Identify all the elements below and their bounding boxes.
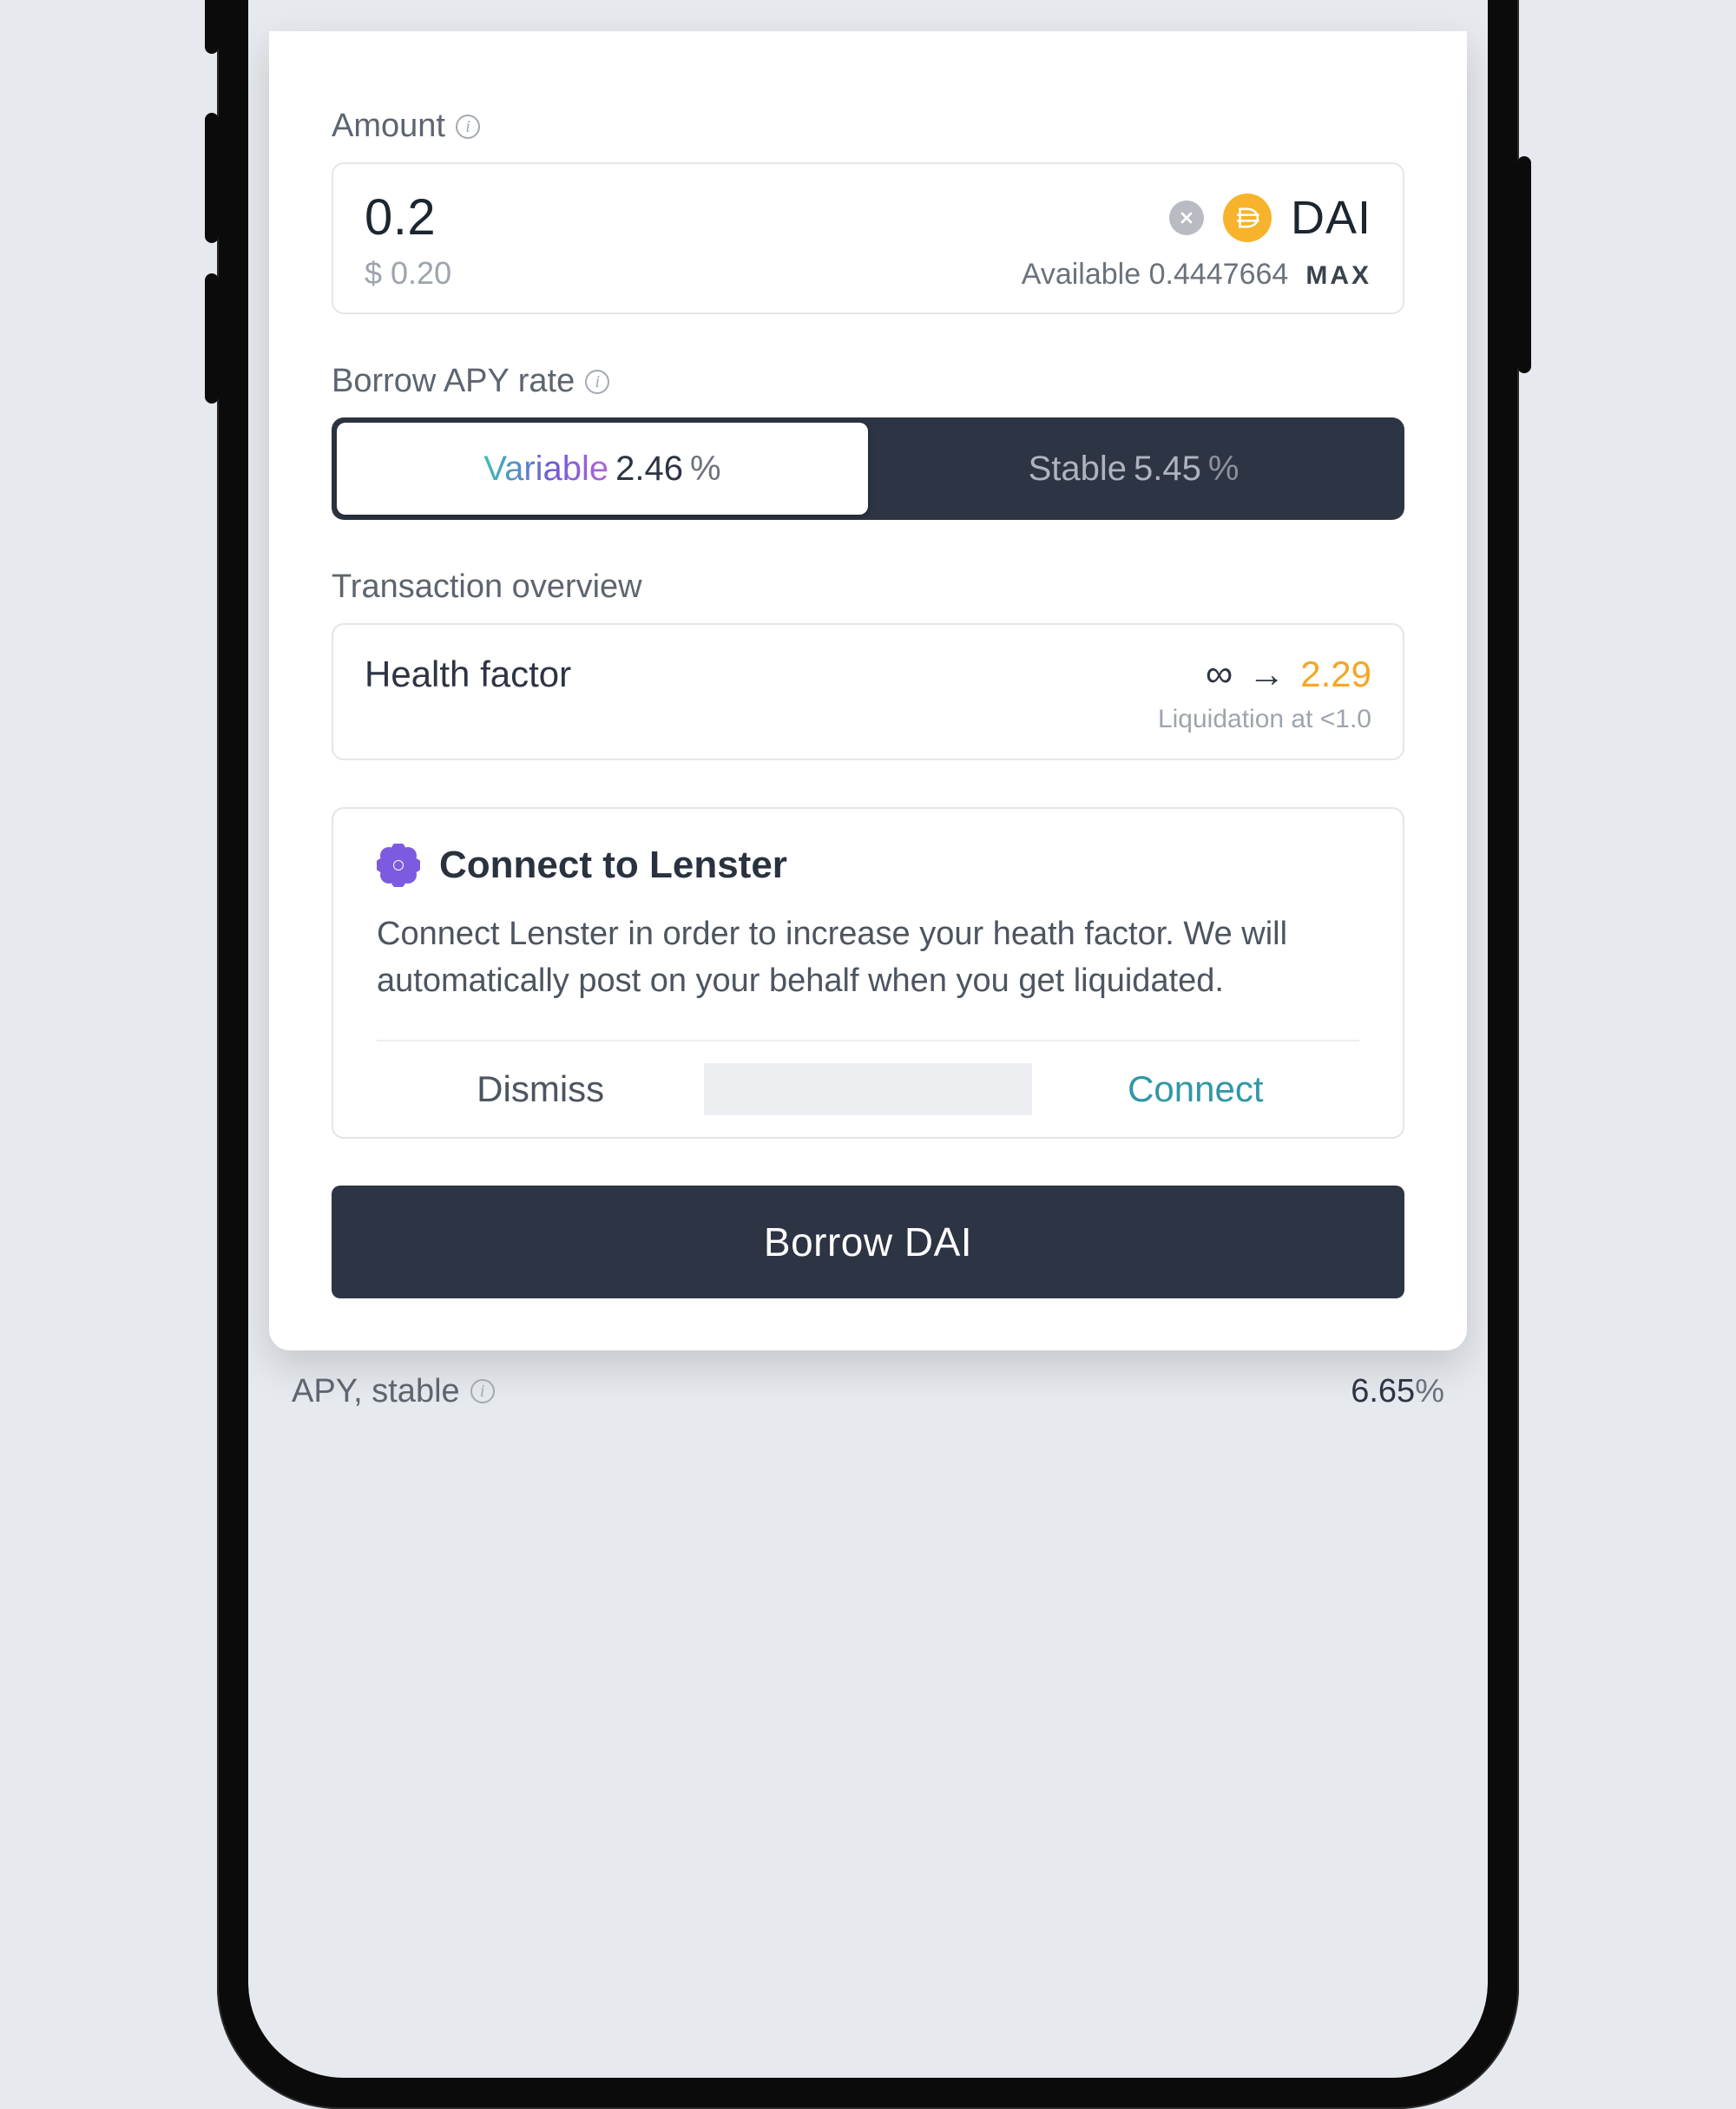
apy-variable-option[interactable]: Variable 2.46% [337,423,868,515]
amount-label-row: Amount i [332,108,1404,145]
apy-stable-option[interactable]: Stable 5.45% [868,423,1399,515]
lenster-flower-icon [377,844,420,887]
max-button[interactable]: MAX [1305,261,1371,291]
underlay-value: 6.65% [1351,1373,1444,1410]
hf-from: ∞ [1206,653,1233,696]
info-icon[interactable]: i [585,370,609,394]
info-icon[interactable]: i [470,1379,495,1403]
lenster-title: Connect to Lenster [439,844,787,887]
liquidation-note: Liquidation at <1.0 [365,705,1371,734]
borrow-button[interactable]: Borrow DAI [332,1186,1404,1298]
health-factor-label: Health factor [365,654,571,695]
info-icon[interactable]: i [456,115,480,139]
phone-frame: Amount i 0.2 DAI [217,0,1519,2109]
underlay-apy-row: APY, stable i 6.65% [269,1350,1467,1410]
phone-volume-down [205,273,219,404]
borrow-dialog: Amount i 0.2 DAI [269,31,1467,1350]
clear-amount-button[interactable] [1169,200,1204,235]
lenster-body: Connect Lenster in order to increase you… [377,911,1359,1005]
arrow-right-icon: → [1248,654,1285,695]
phone-power-button [1517,156,1531,373]
dismiss-button[interactable]: Dismiss [377,1041,704,1137]
health-factor-value: ∞ → 2.29 [1206,653,1371,696]
token-symbol: DAI [1291,191,1371,245]
apy-label-row: Borrow APY rate i [332,363,1404,400]
phone-mute-switch [205,0,219,54]
hf-to: 2.29 [1300,654,1371,695]
phone-screen: Amount i 0.2 DAI [248,0,1488,2078]
dai-token-icon [1223,194,1272,242]
available-balance: Available 0.4447664 [1022,258,1289,292]
amount-fiat: $ 0.20 [365,255,451,292]
close-icon [1178,209,1195,227]
lenster-actions: Dismiss Connect [377,1040,1359,1137]
amount-card: 0.2 DAI $ 0.20 [332,162,1404,314]
lenster-card: Connect to Lenster Connect Lenster in or… [332,807,1404,1139]
amount-label: Amount [332,108,445,145]
connect-button[interactable]: Connect [1032,1041,1359,1137]
phone-volume-up [205,113,219,243]
divider [704,1063,1031,1115]
apy-label: Borrow APY rate [332,363,575,400]
overview-label: Transaction overview [332,568,1404,606]
overview-card: Health factor ∞ → 2.29 Liquidation at <1… [332,623,1404,760]
amount-input[interactable]: 0.2 [365,188,436,246]
apy-rate-toggle: Variable 2.46% Stable 5.45% [332,417,1404,520]
underlay-label: APY, stable [292,1373,460,1410]
